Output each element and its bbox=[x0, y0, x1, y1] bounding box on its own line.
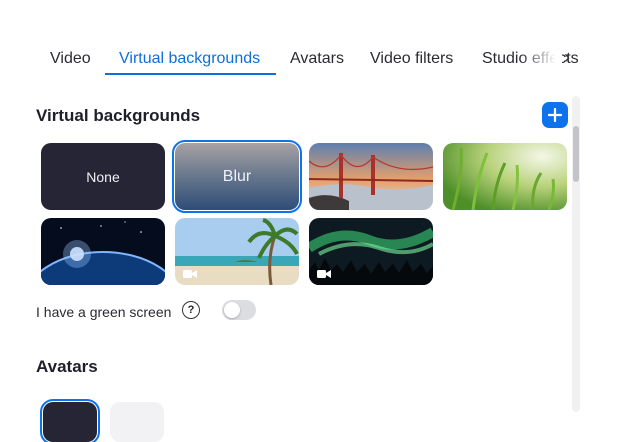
avatar-tile[interactable] bbox=[110, 402, 164, 442]
background-tile-aurora[interactable] bbox=[309, 218, 433, 285]
tab-fade bbox=[520, 40, 562, 80]
video-camera-icon bbox=[183, 270, 197, 278]
tab-avatars[interactable]: Avatars bbox=[290, 50, 344, 68]
grass-image bbox=[443, 143, 567, 210]
golden-gate-image bbox=[309, 143, 433, 210]
tab-video-filters[interactable]: Video filters bbox=[370, 50, 453, 68]
green-screen-label: I have a green screen bbox=[36, 304, 172, 320]
tile-label: Blur bbox=[222, 167, 252, 185]
add-background-button[interactable] bbox=[542, 102, 568, 128]
section-title-virtual-backgrounds: Virtual backgrounds bbox=[36, 106, 201, 125]
background-tile-beach[interactable] bbox=[175, 218, 299, 285]
avatar-tile-selected[interactable] bbox=[40, 399, 100, 442]
help-icon[interactable]: ? bbox=[182, 301, 200, 319]
tab-bar: Video Virtual backgrounds Avatars Video … bbox=[0, 40, 590, 80]
video-camera-icon bbox=[317, 270, 331, 278]
toggle-knob bbox=[224, 302, 240, 318]
background-tile-none[interactable]: None bbox=[41, 143, 165, 210]
earth-image bbox=[41, 218, 165, 285]
plus-icon bbox=[548, 108, 562, 122]
green-screen-toggle[interactable] bbox=[222, 300, 256, 320]
scrollbar-thumb[interactable] bbox=[573, 126, 579, 182]
tab-video[interactable]: Video bbox=[50, 50, 91, 68]
background-tile-blur[interactable]: Blur bbox=[172, 140, 302, 213]
active-tab-indicator bbox=[105, 73, 276, 75]
background-tile-earth[interactable] bbox=[41, 218, 165, 285]
background-tile-golden-gate[interactable] bbox=[309, 143, 433, 210]
tile-label: None bbox=[86, 168, 120, 185]
section-title-avatars: Avatars bbox=[36, 357, 98, 376]
background-tile-grass[interactable] bbox=[443, 143, 567, 210]
chevron-right-icon[interactable]: › bbox=[564, 47, 570, 68]
tab-virtual-backgrounds[interactable]: Virtual backgrounds bbox=[119, 50, 260, 68]
